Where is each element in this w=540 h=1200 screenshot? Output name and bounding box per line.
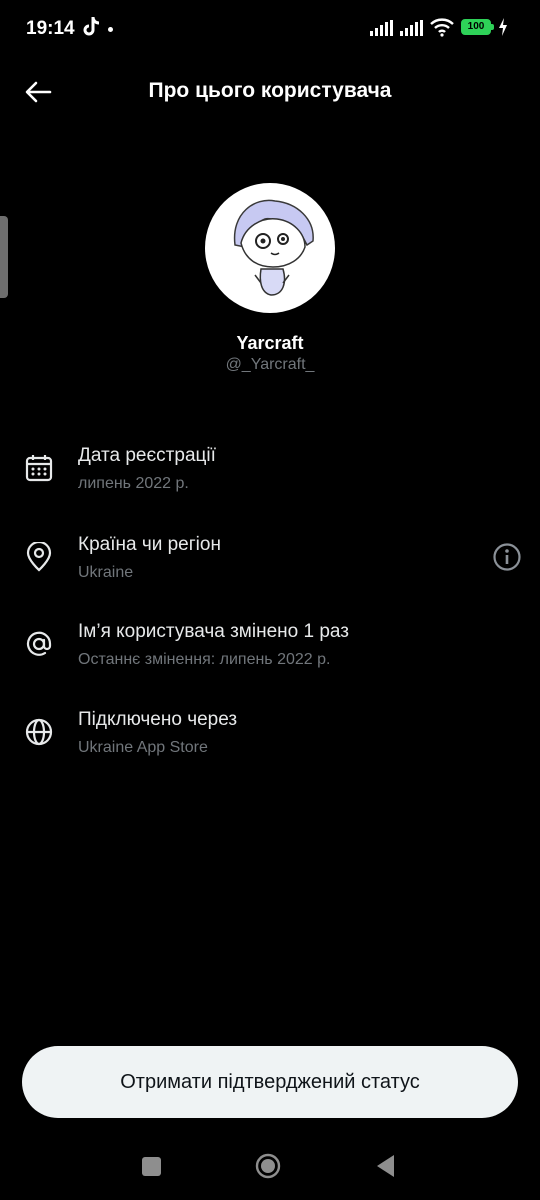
display-name: Yarcraft bbox=[236, 333, 304, 353]
info-icon[interactable] bbox=[492, 542, 522, 572]
battery-cap bbox=[491, 24, 494, 30]
battery-icon: 100 bbox=[461, 19, 491, 35]
system-back-button[interactable] bbox=[374, 1153, 396, 1179]
charging-icon bbox=[499, 18, 507, 36]
info-row-subtitle: Ukraine bbox=[78, 564, 134, 581]
avatar-drawing bbox=[233, 199, 314, 296]
avatar[interactable] bbox=[205, 183, 335, 313]
notification-dot-icon bbox=[108, 27, 113, 32]
tiktok-icon bbox=[83, 16, 100, 36]
header: Про цього користувача bbox=[0, 64, 540, 120]
recents-button[interactable] bbox=[142, 1157, 161, 1176]
location-pin-icon bbox=[26, 542, 52, 572]
calendar-icon bbox=[25, 455, 53, 482]
info-row-subtitle: Ukraine App Store bbox=[78, 739, 208, 756]
info-row-title: Ім’я користувача змінено 1 раз bbox=[78, 621, 349, 642]
status-time: 19:14 bbox=[26, 18, 75, 39]
signal-icon bbox=[400, 20, 423, 36]
info-row-title: Підключено через bbox=[78, 709, 238, 730]
globe-icon bbox=[25, 718, 53, 746]
info-row-connected-via: Підключено через Ukraine App Store bbox=[0, 707, 540, 777]
info-row-subtitle: Останнє змінення: липень 2022 р. bbox=[78, 651, 331, 668]
home-button[interactable] bbox=[255, 1153, 281, 1179]
info-row-title: Країна чи регіон bbox=[78, 534, 221, 555]
wifi-icon bbox=[430, 18, 454, 37]
signal-icon bbox=[370, 20, 393, 36]
info-row-subtitle: липень 2022 р. bbox=[78, 475, 189, 492]
info-row-registration-date: Дата реєстрації липень 2022 р. bbox=[0, 443, 540, 513]
info-row-username-changes: Ім’я користувача змінено 1 раз Останнє з… bbox=[0, 619, 540, 689]
info-row-title: Дата реєстрації bbox=[78, 445, 216, 466]
at-sign-icon bbox=[26, 631, 52, 656]
page-title: Про цього користувача bbox=[148, 79, 392, 102]
system-nav-bar bbox=[0, 1140, 540, 1200]
get-verified-button[interactable]: Отримати підтверджений статус bbox=[22, 1046, 518, 1118]
status-bar: 19:14 100 bbox=[0, 0, 540, 60]
username-handle: @_Yarcraft_ bbox=[225, 356, 315, 373]
edge-handle[interactable] bbox=[0, 216, 8, 298]
info-row-country: Країна чи регіон Ukraine bbox=[0, 532, 540, 602]
